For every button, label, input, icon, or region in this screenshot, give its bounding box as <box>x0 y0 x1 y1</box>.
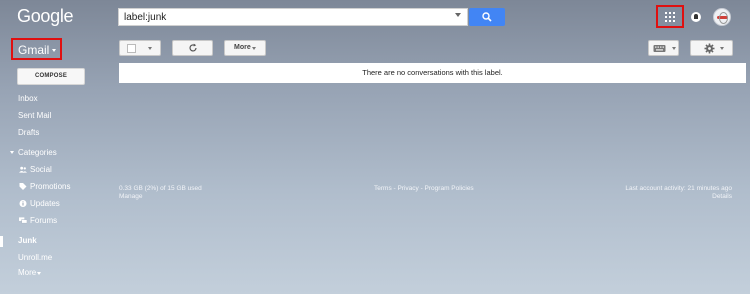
chevron-down-icon <box>720 47 724 50</box>
apps-button[interactable] <box>656 5 684 28</box>
top-bar: Google label:junk <box>0 0 750 34</box>
more-button[interactable]: More <box>224 40 266 56</box>
expand-categories-icon[interactable] <box>10 151 14 154</box>
sidebar-item-drafts[interactable]: Drafts <box>18 128 39 137</box>
tag-icon <box>19 183 27 190</box>
footer-links[interactable]: Terms - Privacy - Program Policies <box>374 185 474 192</box>
social-icon <box>19 166 27 173</box>
select-button[interactable] <box>119 40 161 56</box>
active-indicator <box>0 236 3 247</box>
refresh-icon <box>189 43 197 52</box>
empty-message: There are no conversations with this lab… <box>119 63 746 83</box>
chevron-down-icon <box>148 47 152 50</box>
app-switcher-button[interactable]: Gmail <box>11 38 62 60</box>
avatar[interactable] <box>713 8 731 26</box>
storage-usage: 0.33 GB (2%) of 15 GB used <box>119 185 202 192</box>
search-options-icon[interactable] <box>455 13 461 17</box>
sidebar-item-more[interactable]: More <box>18 268 36 277</box>
search-icon <box>482 12 492 22</box>
chevron-down-icon <box>37 272 41 275</box>
input-tools-button[interactable] <box>648 40 679 56</box>
sidebar-item-inbox[interactable]: Inbox <box>18 94 38 103</box>
more-label: More <box>234 44 251 51</box>
sidebar-item-sent-mail[interactable]: Sent Mail <box>18 111 51 120</box>
gear-icon <box>704 43 715 54</box>
sidebar-item-forums[interactable]: Forums <box>30 216 57 225</box>
sidebar-item-categories[interactable]: Categories <box>18 148 57 157</box>
info-icon <box>19 200 27 207</box>
forum-icon <box>19 217 27 224</box>
manage-storage-link[interactable]: Manage <box>119 193 143 200</box>
sidebar-item-social[interactable]: Social <box>30 165 52 174</box>
search-input[interactable]: label:junk <box>118 8 468 26</box>
sidebar-item-unroll-me[interactable]: Unroll.me <box>18 253 52 262</box>
details-link[interactable]: Details <box>712 193 732 200</box>
keyboard-icon <box>653 45 666 52</box>
google-logo[interactable]: Google <box>17 6 74 27</box>
sidebar-item-promotions[interactable]: Promotions <box>30 182 70 191</box>
last-activity: Last account activity: 21 minutes ago <box>625 185 732 192</box>
search-button[interactable] <box>469 8 505 26</box>
notifications-icon[interactable] <box>691 12 701 22</box>
select-checkbox[interactable] <box>127 44 136 53</box>
chevron-down-icon <box>672 47 676 50</box>
refresh-button[interactable] <box>172 40 213 56</box>
app-switcher-label: Gmail <box>18 43 50 57</box>
compose-button[interactable]: COMPOSE <box>17 68 85 85</box>
chevron-down-icon <box>52 49 56 52</box>
sidebar-item-junk[interactable]: Junk <box>18 236 37 245</box>
apps-grid-icon <box>665 12 675 22</box>
settings-button[interactable] <box>690 40 733 56</box>
sidebar-item-updates[interactable]: Updates <box>30 199 60 208</box>
chevron-down-icon <box>252 47 256 50</box>
